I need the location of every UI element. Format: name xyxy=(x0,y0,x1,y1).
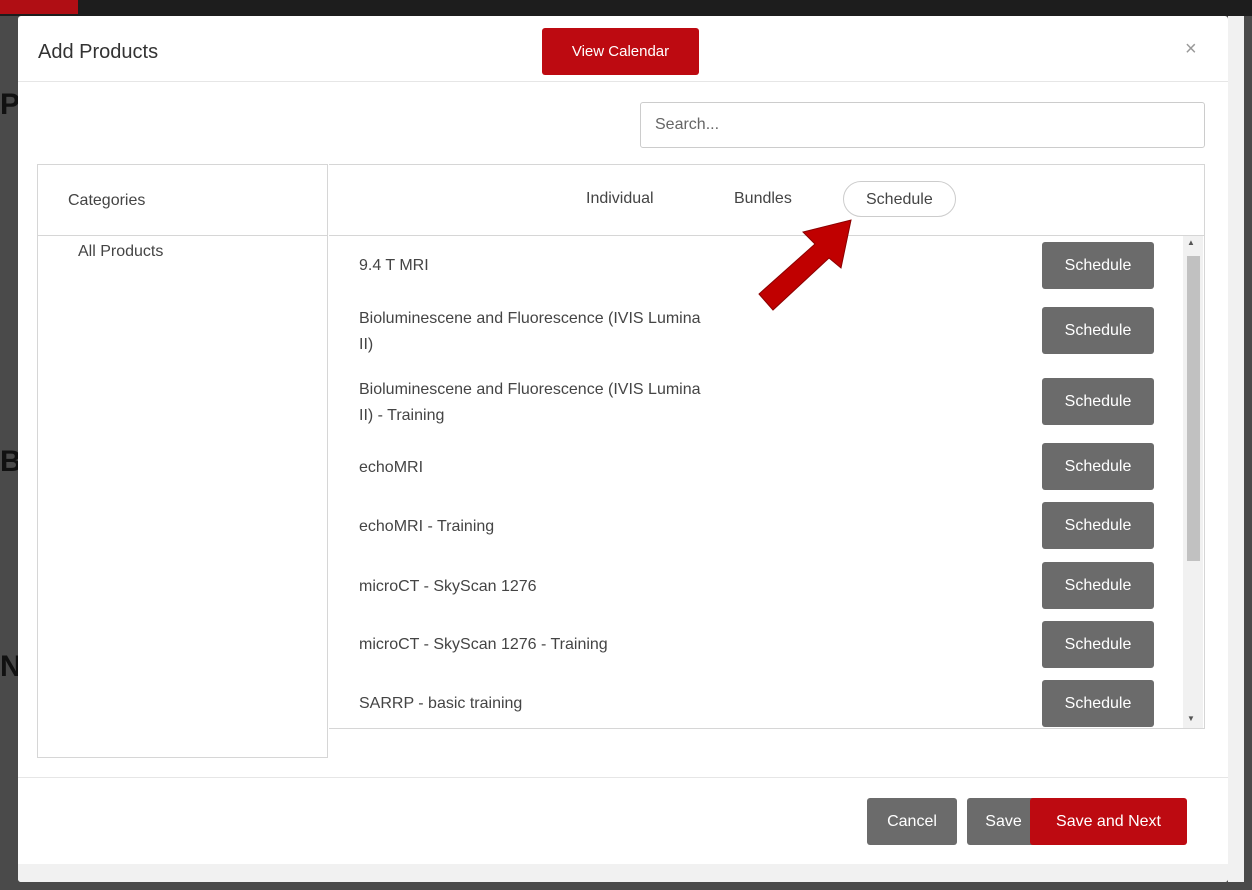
add-products-modal: Add Products View Calendar × Categories … xyxy=(18,16,1228,882)
scrollbar-thumb[interactable] xyxy=(1187,256,1200,561)
schedule-button[interactable]: Schedule xyxy=(1042,562,1154,609)
product-name: SARRP - basic training xyxy=(359,695,523,712)
categories-title: Categories xyxy=(68,192,146,209)
product-name: 9.4 T MRI xyxy=(359,257,429,274)
tab-individual[interactable]: Individual xyxy=(586,181,654,217)
backdrop-brand-bar xyxy=(0,0,78,14)
category-item-all-products[interactable]: All Products xyxy=(78,243,163,261)
schedule-button[interactable]: Schedule xyxy=(1042,502,1154,549)
close-icon[interactable]: × xyxy=(1185,38,1197,61)
product-name: Bioluminescene and Fluorescence (IVIS Lu… xyxy=(359,381,701,424)
schedule-button[interactable]: Schedule xyxy=(1042,621,1154,668)
categories-header: Categories xyxy=(38,165,327,236)
modal-title: Add Products xyxy=(38,41,159,63)
schedule-button[interactable]: Schedule xyxy=(1042,443,1154,490)
scroll-up-icon[interactable]: ▲ xyxy=(1187,238,1195,247)
tab-bundles[interactable]: Bundles xyxy=(734,181,792,217)
categories-panel: Categories All Products xyxy=(37,164,328,758)
horizontal-scrollbar[interactable] xyxy=(18,864,1228,882)
annotation-arrow-icon xyxy=(758,219,852,311)
save-and-next-button[interactable]: Save and Next xyxy=(1030,798,1187,845)
scroll-down-icon[interactable]: ▼ xyxy=(1187,714,1195,723)
modal-header: Add Products View Calendar × xyxy=(18,16,1228,82)
search-input[interactable] xyxy=(640,102,1205,148)
schedule-button[interactable]: Schedule xyxy=(1042,242,1154,289)
product-name: echoMRI xyxy=(359,459,424,476)
schedule-button[interactable]: Schedule xyxy=(1042,378,1154,425)
cancel-button[interactable]: Cancel xyxy=(867,798,957,845)
page-scrollbar[interactable] xyxy=(1228,16,1244,882)
page-backdrop-header xyxy=(0,0,1252,16)
schedule-button[interactable]: Schedule xyxy=(1042,307,1154,354)
product-list-scrollbar[interactable]: ▲ ▼ xyxy=(1183,236,1203,728)
product-name: echoMRI - Training xyxy=(359,518,495,535)
tab-schedule[interactable]: Schedule xyxy=(843,181,956,217)
product-name: microCT - SkyScan 1276 xyxy=(359,578,537,595)
product-name: microCT - SkyScan 1276 - Training xyxy=(359,636,608,653)
backdrop-fragment: P xyxy=(0,88,21,121)
view-calendar-button[interactable]: View Calendar xyxy=(542,28,699,75)
schedule-button[interactable]: Schedule xyxy=(1042,680,1154,727)
product-name: Bioluminescene and Fluorescence (IVIS Lu… xyxy=(359,310,701,353)
